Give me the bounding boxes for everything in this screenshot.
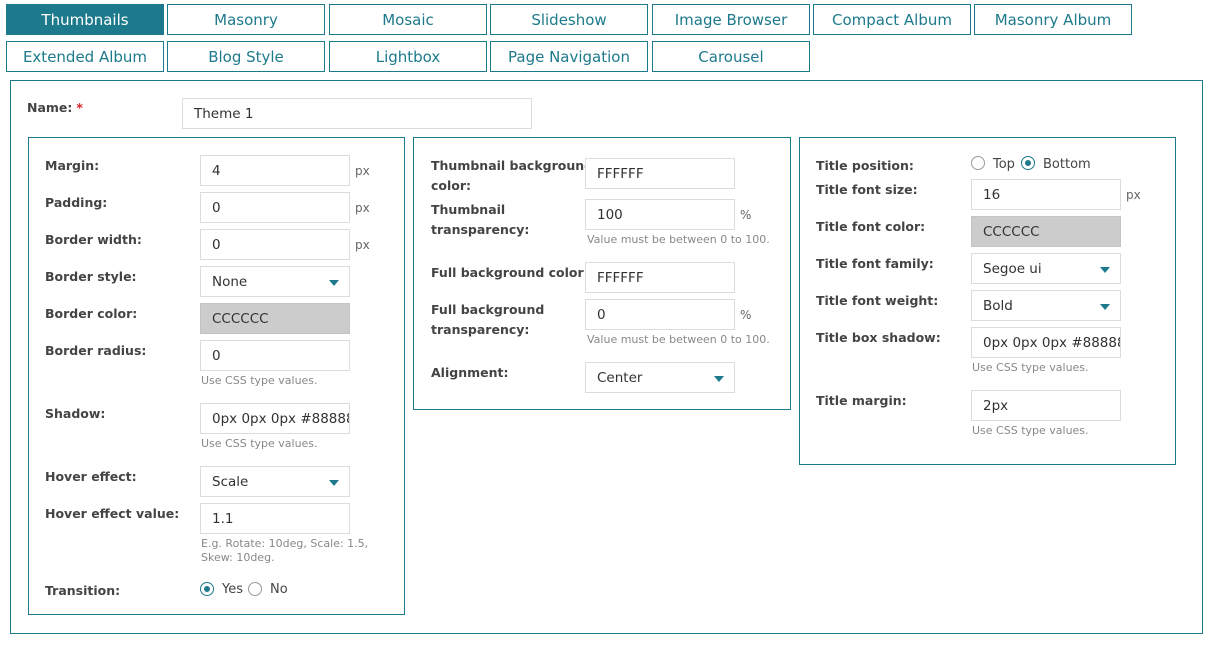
border-color-input[interactable]: CCCCCC bbox=[200, 303, 350, 334]
margin-unit: px bbox=[355, 164, 370, 178]
tab-image-browser[interactable]: Image Browser bbox=[652, 4, 810, 35]
border-style-label: Border style: bbox=[45, 269, 137, 284]
title-font-weight-value: Bold bbox=[983, 297, 1013, 314]
title-margin-hint: Use CSS type values. bbox=[972, 424, 1089, 437]
title-position-top-label: Top bbox=[993, 157, 1015, 172]
title-font-color-input[interactable]: CCCCCC bbox=[971, 216, 1121, 247]
border-radius-label: Border radius: bbox=[45, 343, 147, 358]
tab-extended-album[interactable]: Extended Album bbox=[6, 41, 164, 72]
border-radius-hint: Use CSS type values. bbox=[201, 374, 318, 387]
shadow-input[interactable]: 0px 0px 0px #888888 bbox=[200, 403, 350, 434]
thumb-transparency-label-1: Thumbnail bbox=[431, 202, 506, 217]
required-mark: * bbox=[76, 100, 83, 115]
tab-masonry-album[interactable]: Masonry Album bbox=[974, 4, 1132, 35]
title-font-family-label: Title font family: bbox=[816, 256, 934, 271]
hover-effect-hint-line1: E.g. Rotate: 10deg, Scale: 1.5, bbox=[201, 537, 369, 550]
transition-no-label: No bbox=[270, 582, 288, 597]
title-font-weight-label: Title font weight: bbox=[816, 293, 939, 308]
title-font-family-select[interactable]: Segoe ui bbox=[971, 253, 1121, 284]
border-width-input[interactable]: 0 bbox=[200, 229, 350, 260]
hover-effect-hint-line2: Skew: 10deg. bbox=[201, 551, 275, 564]
padding-input[interactable]: 0 bbox=[200, 192, 350, 223]
border-style-value: None bbox=[212, 273, 248, 290]
tab-masonry[interactable]: Masonry bbox=[167, 4, 325, 35]
thumb-transparency-unit: % bbox=[740, 208, 752, 222]
tab-mosaic[interactable]: Mosaic bbox=[329, 4, 487, 35]
title-position-top-radio[interactable] bbox=[971, 156, 985, 170]
title-position-bottom-label: Bottom bbox=[1043, 157, 1091, 172]
hover-effect-value: Scale bbox=[212, 473, 249, 490]
thumb-bg-color-input[interactable]: FFFFFF bbox=[585, 158, 735, 189]
title-font-color-label: Title font color: bbox=[816, 219, 926, 234]
name-label: Name: * bbox=[27, 100, 83, 115]
alignment-value: Center bbox=[597, 369, 643, 386]
hover-effect-value-label: Hover effect value: bbox=[45, 506, 180, 521]
chevron-down-icon bbox=[1100, 304, 1110, 310]
transition-no-radio[interactable] bbox=[248, 582, 262, 596]
padding-unit: px bbox=[355, 201, 370, 215]
tab-thumbnails[interactable]: Thumbnails bbox=[6, 4, 164, 35]
title-box-shadow-hint: Use CSS type values. bbox=[972, 361, 1089, 374]
title-position-label: Title position: bbox=[816, 158, 914, 173]
thumb-transparency-hint: Value must be between 0 to 100. bbox=[587, 233, 770, 246]
hover-effect-value-input[interactable]: 1.1 bbox=[200, 503, 350, 534]
title-box-shadow-input[interactable]: 0px 0px 0px #888888 bbox=[971, 327, 1121, 358]
title-font-size-input[interactable]: 16 bbox=[971, 179, 1121, 210]
chevron-down-icon bbox=[329, 480, 339, 486]
tab-lightbox[interactable]: Lightbox bbox=[329, 41, 487, 72]
thumb-transparency-input[interactable]: 100 bbox=[585, 199, 735, 230]
hover-effect-label: Hover effect: bbox=[45, 469, 137, 484]
border-style-select[interactable]: None bbox=[200, 266, 350, 297]
border-width-unit: px bbox=[355, 238, 370, 252]
thumb-bg-color-label-1: Thumbnail background bbox=[431, 158, 594, 173]
alignment-select[interactable]: Center bbox=[585, 362, 735, 393]
full-bg-color-input[interactable]: FFFFFF bbox=[585, 262, 735, 293]
tab-page-navigation[interactable]: Page Navigation bbox=[490, 41, 648, 72]
chevron-down-icon bbox=[1100, 267, 1110, 273]
title-font-weight-select[interactable]: Bold bbox=[971, 290, 1121, 321]
tab-compact-album[interactable]: Compact Album bbox=[813, 4, 971, 35]
title-font-size-unit: px bbox=[1126, 188, 1141, 202]
shadow-label: Shadow: bbox=[45, 406, 106, 421]
full-transparency-label-1: Full background bbox=[431, 302, 545, 317]
title-margin-input[interactable]: 2px bbox=[971, 390, 1121, 421]
chevron-down-icon bbox=[714, 376, 724, 382]
border-radius-input[interactable]: 0 bbox=[200, 340, 350, 371]
thumb-transparency-label-2: transparency: bbox=[431, 222, 530, 237]
chevron-down-icon bbox=[329, 280, 339, 286]
transition-yes-radio[interactable] bbox=[200, 582, 214, 596]
tab-carousel[interactable]: Carousel bbox=[652, 41, 810, 72]
name-input[interactable]: Theme 1 bbox=[182, 98, 532, 129]
margin-label: Margin: bbox=[45, 158, 100, 173]
thumb-bg-color-label-2: color: bbox=[431, 178, 472, 193]
padding-label: Padding: bbox=[45, 195, 108, 210]
transition-label: Transition: bbox=[45, 583, 121, 598]
full-transparency-hint: Value must be between 0 to 100. bbox=[587, 333, 770, 346]
full-bg-color-label: Full background color: bbox=[431, 265, 589, 280]
border-width-label: Border width: bbox=[45, 232, 142, 247]
transition-yes-label: Yes bbox=[222, 582, 243, 597]
shadow-hint: Use CSS type values. bbox=[201, 437, 318, 450]
margin-input[interactable]: 4 bbox=[200, 155, 350, 186]
title-font-family-value: Segoe ui bbox=[983, 260, 1042, 277]
border-color-label: Border color: bbox=[45, 306, 138, 321]
full-transparency-input[interactable]: 0 bbox=[585, 299, 735, 330]
full-transparency-label-2: transparency: bbox=[431, 322, 530, 337]
title-margin-label: Title margin: bbox=[816, 393, 907, 408]
tab-blog-style[interactable]: Blog Style bbox=[167, 41, 325, 72]
title-box-shadow-label: Title box shadow: bbox=[816, 330, 941, 345]
title-position-bottom-radio[interactable] bbox=[1021, 156, 1035, 170]
hover-effect-select[interactable]: Scale bbox=[200, 466, 350, 497]
alignment-label: Alignment: bbox=[431, 365, 509, 380]
full-transparency-unit: % bbox=[740, 308, 752, 322]
title-font-size-label: Title font size: bbox=[816, 182, 918, 197]
tab-slideshow[interactable]: Slideshow bbox=[490, 4, 648, 35]
